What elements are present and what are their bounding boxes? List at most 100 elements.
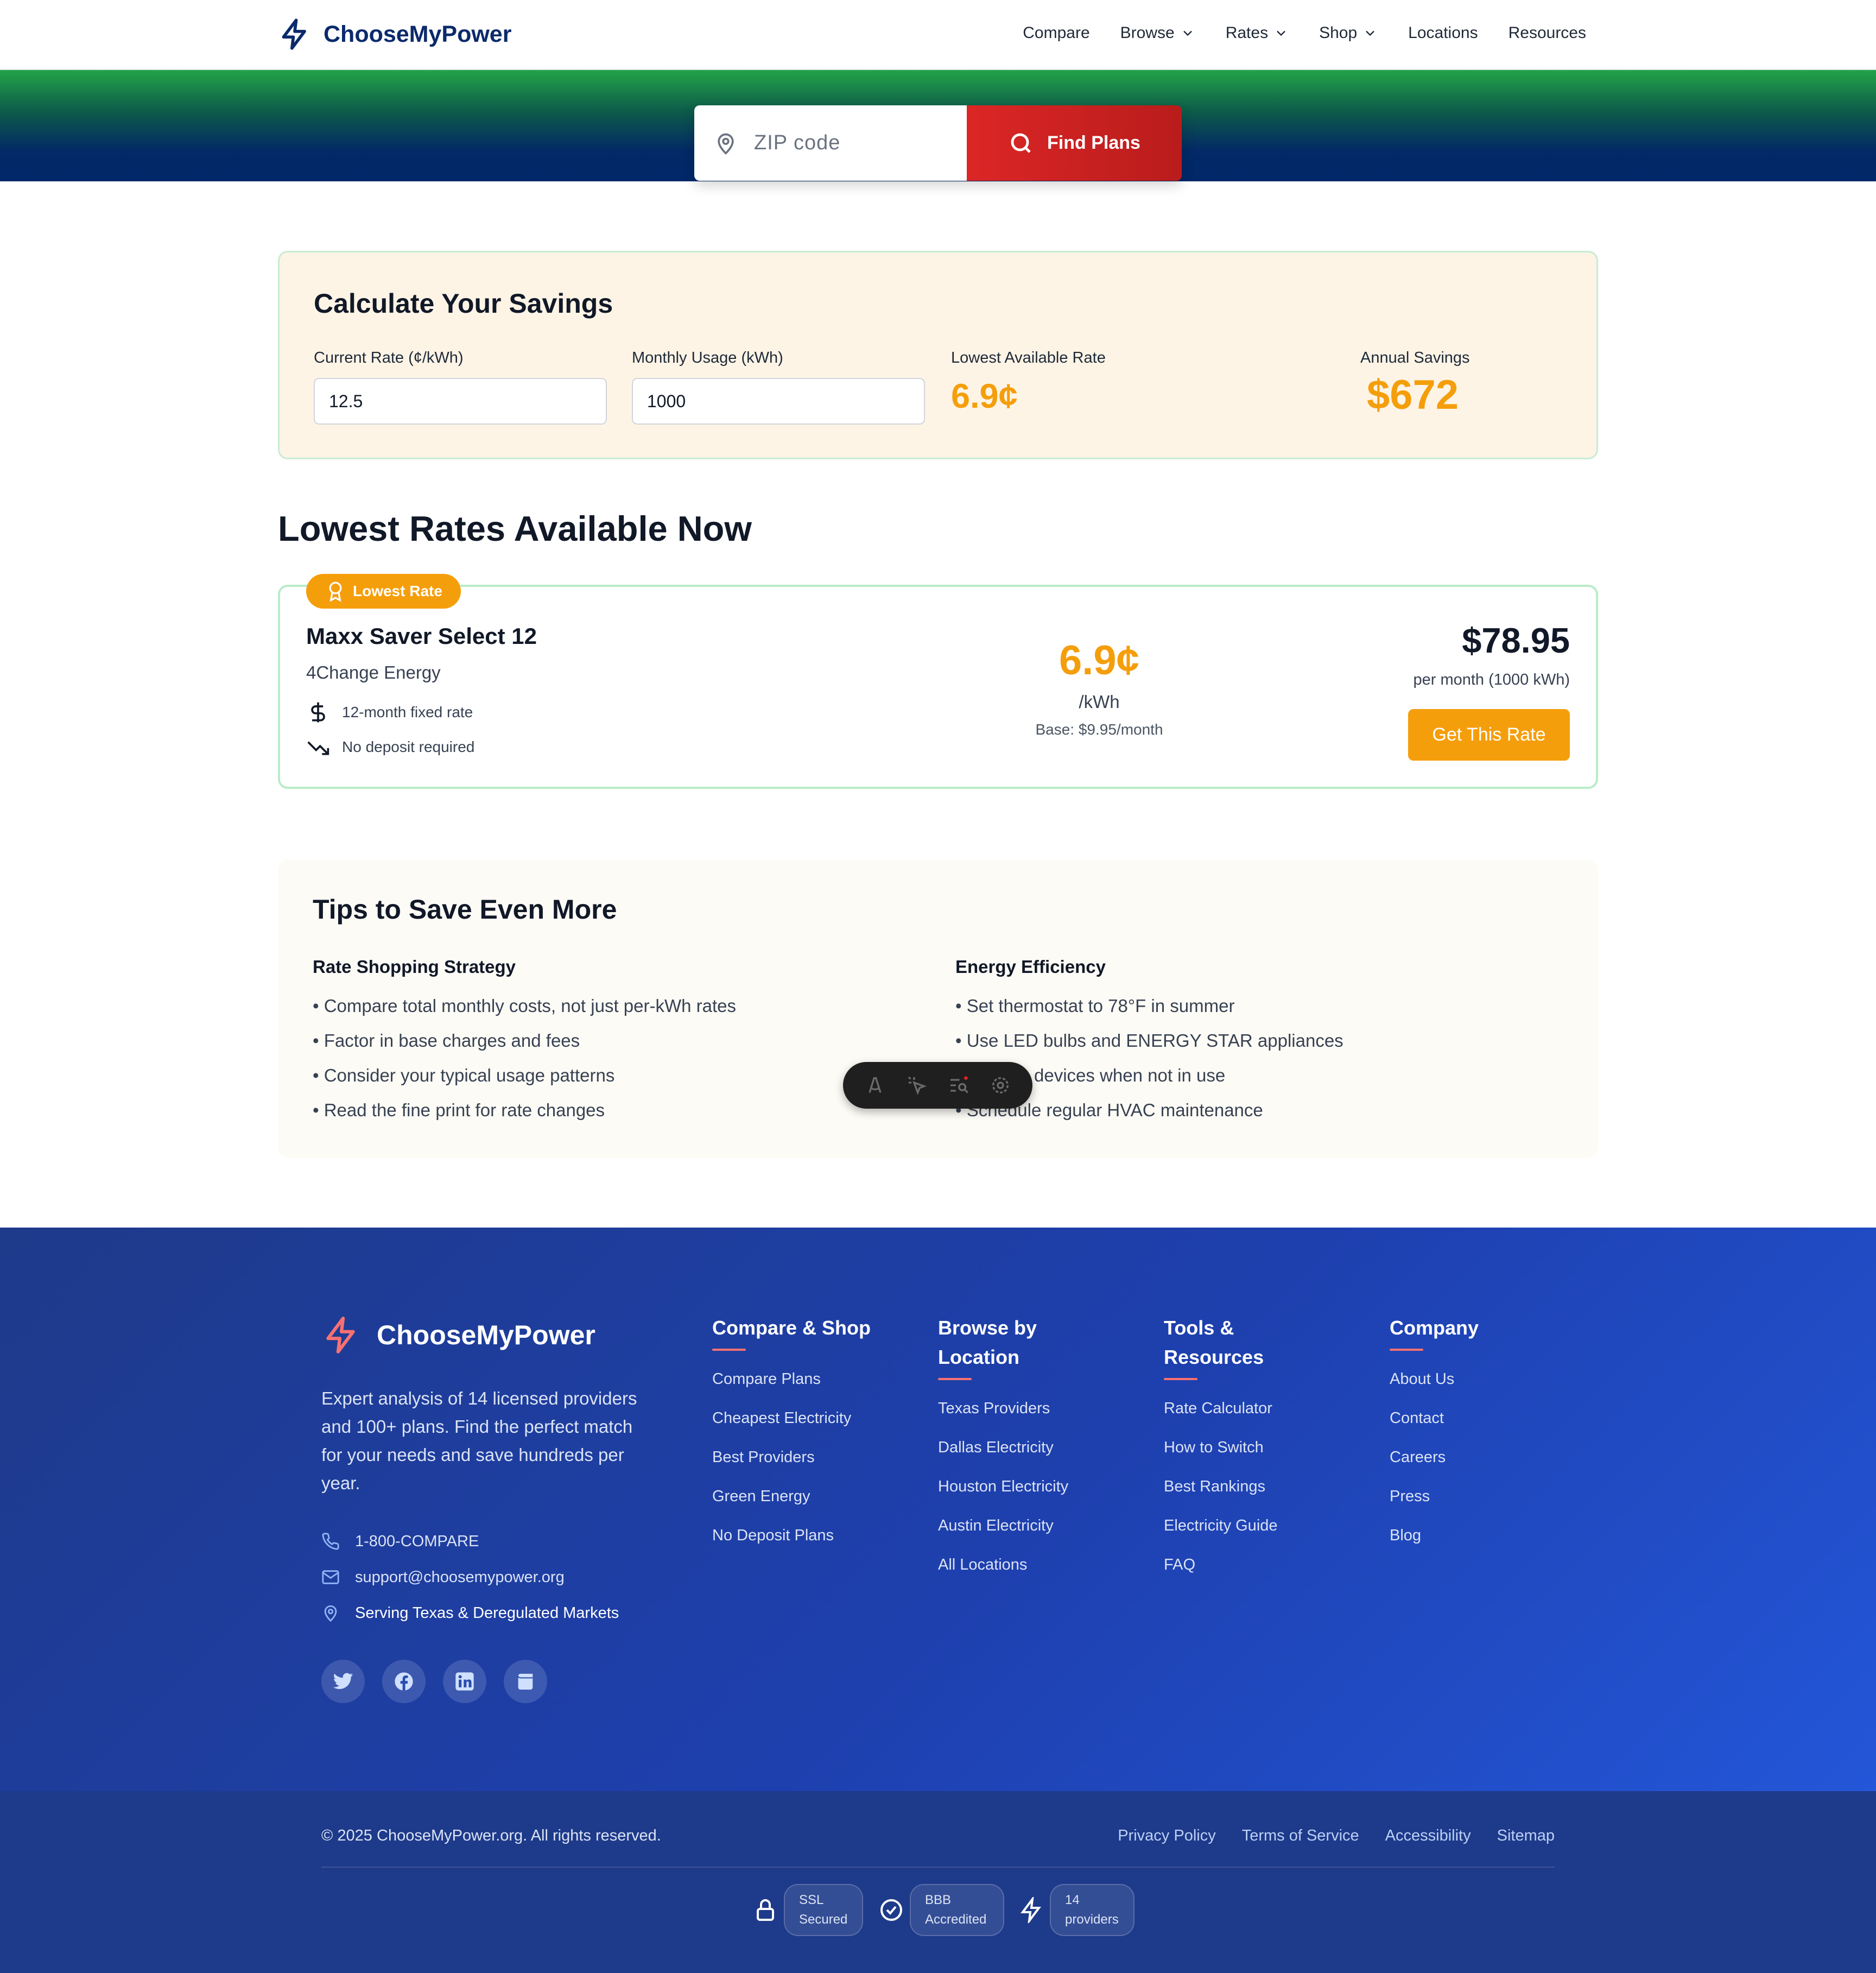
accessibility-link[interactable]: Accessibility xyxy=(1385,1827,1471,1845)
plan-provider: 4Change Energy xyxy=(306,662,441,682)
footer-link[interactable]: No Deposit Plans xyxy=(712,1527,834,1545)
footer-logo[interactable]: ChooseMyPower xyxy=(321,1315,595,1355)
footer-bottom-bar xyxy=(0,1791,1876,1973)
footer-col-title: Compare & Shop xyxy=(712,1317,871,1339)
footer-email[interactable]: support@choosemypower.org xyxy=(321,1568,565,1586)
inspect-cursor-icon[interactable] xyxy=(906,1074,928,1096)
phone-text: 1-800-COMPARE xyxy=(355,1532,479,1550)
terms-link[interactable]: Terms of Service xyxy=(1242,1827,1359,1845)
zip-search: Find Plans xyxy=(694,105,1182,181)
tip-item: • Factor in base charges and fees xyxy=(313,1030,580,1051)
footer-link[interactable]: Contact xyxy=(1390,1409,1444,1427)
footer-link[interactable]: About Us xyxy=(1390,1370,1454,1388)
footer-col-title: Company xyxy=(1390,1317,1479,1339)
footer-link[interactable]: Rate Calculator xyxy=(1164,1400,1272,1418)
nav-label: Resources xyxy=(1508,24,1586,42)
nav-label: Browse xyxy=(1120,24,1175,42)
tip-item: • Use LED bulbs and ENERGY STAR applianc… xyxy=(955,1030,1343,1051)
usage-input[interactable]: 1000 xyxy=(632,378,925,425)
footer-description: Expert analysis of 14 licensed providers… xyxy=(321,1388,637,1493)
chevron-down-icon xyxy=(1183,30,1192,36)
social-links xyxy=(321,1660,547,1703)
facebook-link[interactable] xyxy=(382,1660,426,1703)
lightning-icon xyxy=(326,1317,355,1354)
plan-name: Maxx Saver Select 12 xyxy=(306,623,537,649)
twitter-link[interactable] xyxy=(321,1660,365,1703)
get-this-rate-button[interactable]: Get This Rate xyxy=(1408,709,1570,761)
lock-icon xyxy=(757,1899,774,1921)
search-icon xyxy=(1011,133,1031,153)
footer-link[interactable]: Cheapest Electricity xyxy=(712,1409,851,1427)
footer-link[interactable]: Green Energy xyxy=(712,1488,810,1506)
facebook-icon xyxy=(395,1672,413,1691)
footer-link[interactable]: Austin Electricity xyxy=(938,1517,1054,1535)
zip-input-wrapper[interactable] xyxy=(694,105,967,181)
nav-browse[interactable]: Browse xyxy=(1120,24,1195,42)
trust-bbb-label: BBB Accredited xyxy=(910,1884,1004,1936)
twitter-icon xyxy=(333,1673,353,1689)
annual-savings-label: Annual Savings xyxy=(1360,349,1470,366)
trust-ssl-label: SSL Secured xyxy=(784,1884,863,1936)
settings-gear-icon[interactable] xyxy=(990,1074,1011,1096)
blog-link[interactable] xyxy=(504,1660,547,1703)
floating-toolbar xyxy=(843,1062,1032,1109)
footer-link[interactable]: Compare Plans xyxy=(712,1370,821,1388)
footer-link[interactable]: Careers xyxy=(1390,1449,1446,1466)
map-pin-icon xyxy=(324,1605,337,1622)
calculator-title: Calculate Your Savings xyxy=(314,288,613,319)
plan-rate: 6.9¢ xyxy=(1059,637,1139,684)
sitemap-link[interactable]: Sitemap xyxy=(1497,1827,1555,1845)
astro-logo-icon[interactable] xyxy=(864,1074,886,1096)
trust-providers: 14 providers xyxy=(1018,1884,1135,1936)
lightning-icon xyxy=(1021,1897,1041,1923)
blog-icon xyxy=(517,1673,533,1690)
current-rate-label: Current Rate (¢/kWh) xyxy=(314,349,464,366)
map-pin-icon xyxy=(718,133,734,155)
privacy-policy-link[interactable]: Privacy Policy xyxy=(1118,1827,1216,1845)
linkedin-link[interactable] xyxy=(443,1660,486,1703)
footer-link[interactable]: Electricity Guide xyxy=(1164,1517,1278,1535)
footer-link[interactable]: Texas Providers xyxy=(938,1400,1050,1418)
nav-label: Shop xyxy=(1319,24,1358,42)
footer-link[interactable]: Best Providers xyxy=(712,1449,815,1466)
trust-bbb: BBB Accredited xyxy=(878,1884,1004,1936)
footer-link[interactable]: Press xyxy=(1390,1488,1430,1506)
copyright-text: © 2025 ChooseMyPower.org. All rights res… xyxy=(321,1827,661,1844)
find-plans-button[interactable]: Find Plans xyxy=(967,105,1182,181)
footer-phone[interactable]: 1-800-COMPARE xyxy=(321,1532,479,1551)
footer-col-title: Browse by Location xyxy=(938,1317,1037,1368)
brand-name: ChooseMyPower xyxy=(324,21,512,47)
footer-link[interactable]: Houston Electricity xyxy=(938,1478,1068,1496)
award-icon xyxy=(329,581,342,602)
nav-label: Rates xyxy=(1225,24,1269,42)
footer-link[interactable]: All Locations xyxy=(938,1556,1027,1574)
footer-col-underline xyxy=(1164,1378,1197,1380)
find-plans-label: Find Plans xyxy=(1047,132,1140,153)
footer-link[interactable]: How to Switch xyxy=(1164,1439,1264,1457)
feature-fixed-rate: 12-month fixed rate xyxy=(306,700,473,724)
audit-icon[interactable] xyxy=(948,1074,969,1096)
legal-links: Privacy Policy Terms of Service Accessib… xyxy=(1118,1827,1555,1845)
nav-compare[interactable]: Compare xyxy=(1023,24,1089,42)
tip-item: • Consider your typical usage patterns xyxy=(313,1065,615,1085)
footer-link[interactable]: Blog xyxy=(1390,1527,1421,1545)
footer-link[interactable]: FAQ xyxy=(1164,1556,1195,1574)
footer-link[interactable]: Dallas Electricity xyxy=(938,1439,1054,1457)
nav-shop[interactable]: Shop xyxy=(1319,24,1378,42)
tip-item: • Set thermostat to 78°F in summer xyxy=(955,996,1235,1016)
nav-rates[interactable]: Rates xyxy=(1226,24,1289,42)
footer-link[interactable]: Best Rankings xyxy=(1164,1478,1265,1496)
check-circle-icon xyxy=(880,1899,902,1921)
feature-label: No deposit required xyxy=(342,738,475,755)
plan-base-charge: Base: $9.95/month xyxy=(1035,721,1163,738)
current-rate-input[interactable]: 12.5 xyxy=(314,378,607,425)
nav-resources[interactable]: Resources xyxy=(1509,24,1586,42)
main-nav: Compare Browse Rates Shop Locations Reso… xyxy=(1023,24,1586,42)
nav-locations[interactable]: Locations xyxy=(1408,24,1478,42)
trust-providers-label: 14 providers xyxy=(1050,1884,1135,1936)
brand-logo[interactable]: ChooseMyPower xyxy=(278,17,511,51)
footer-col-underline xyxy=(712,1349,746,1351)
zip-input[interactable] xyxy=(754,131,949,155)
lowest-rate-badge: Lowest Rate xyxy=(306,574,461,609)
annual-savings-value: $672 xyxy=(1367,372,1459,418)
